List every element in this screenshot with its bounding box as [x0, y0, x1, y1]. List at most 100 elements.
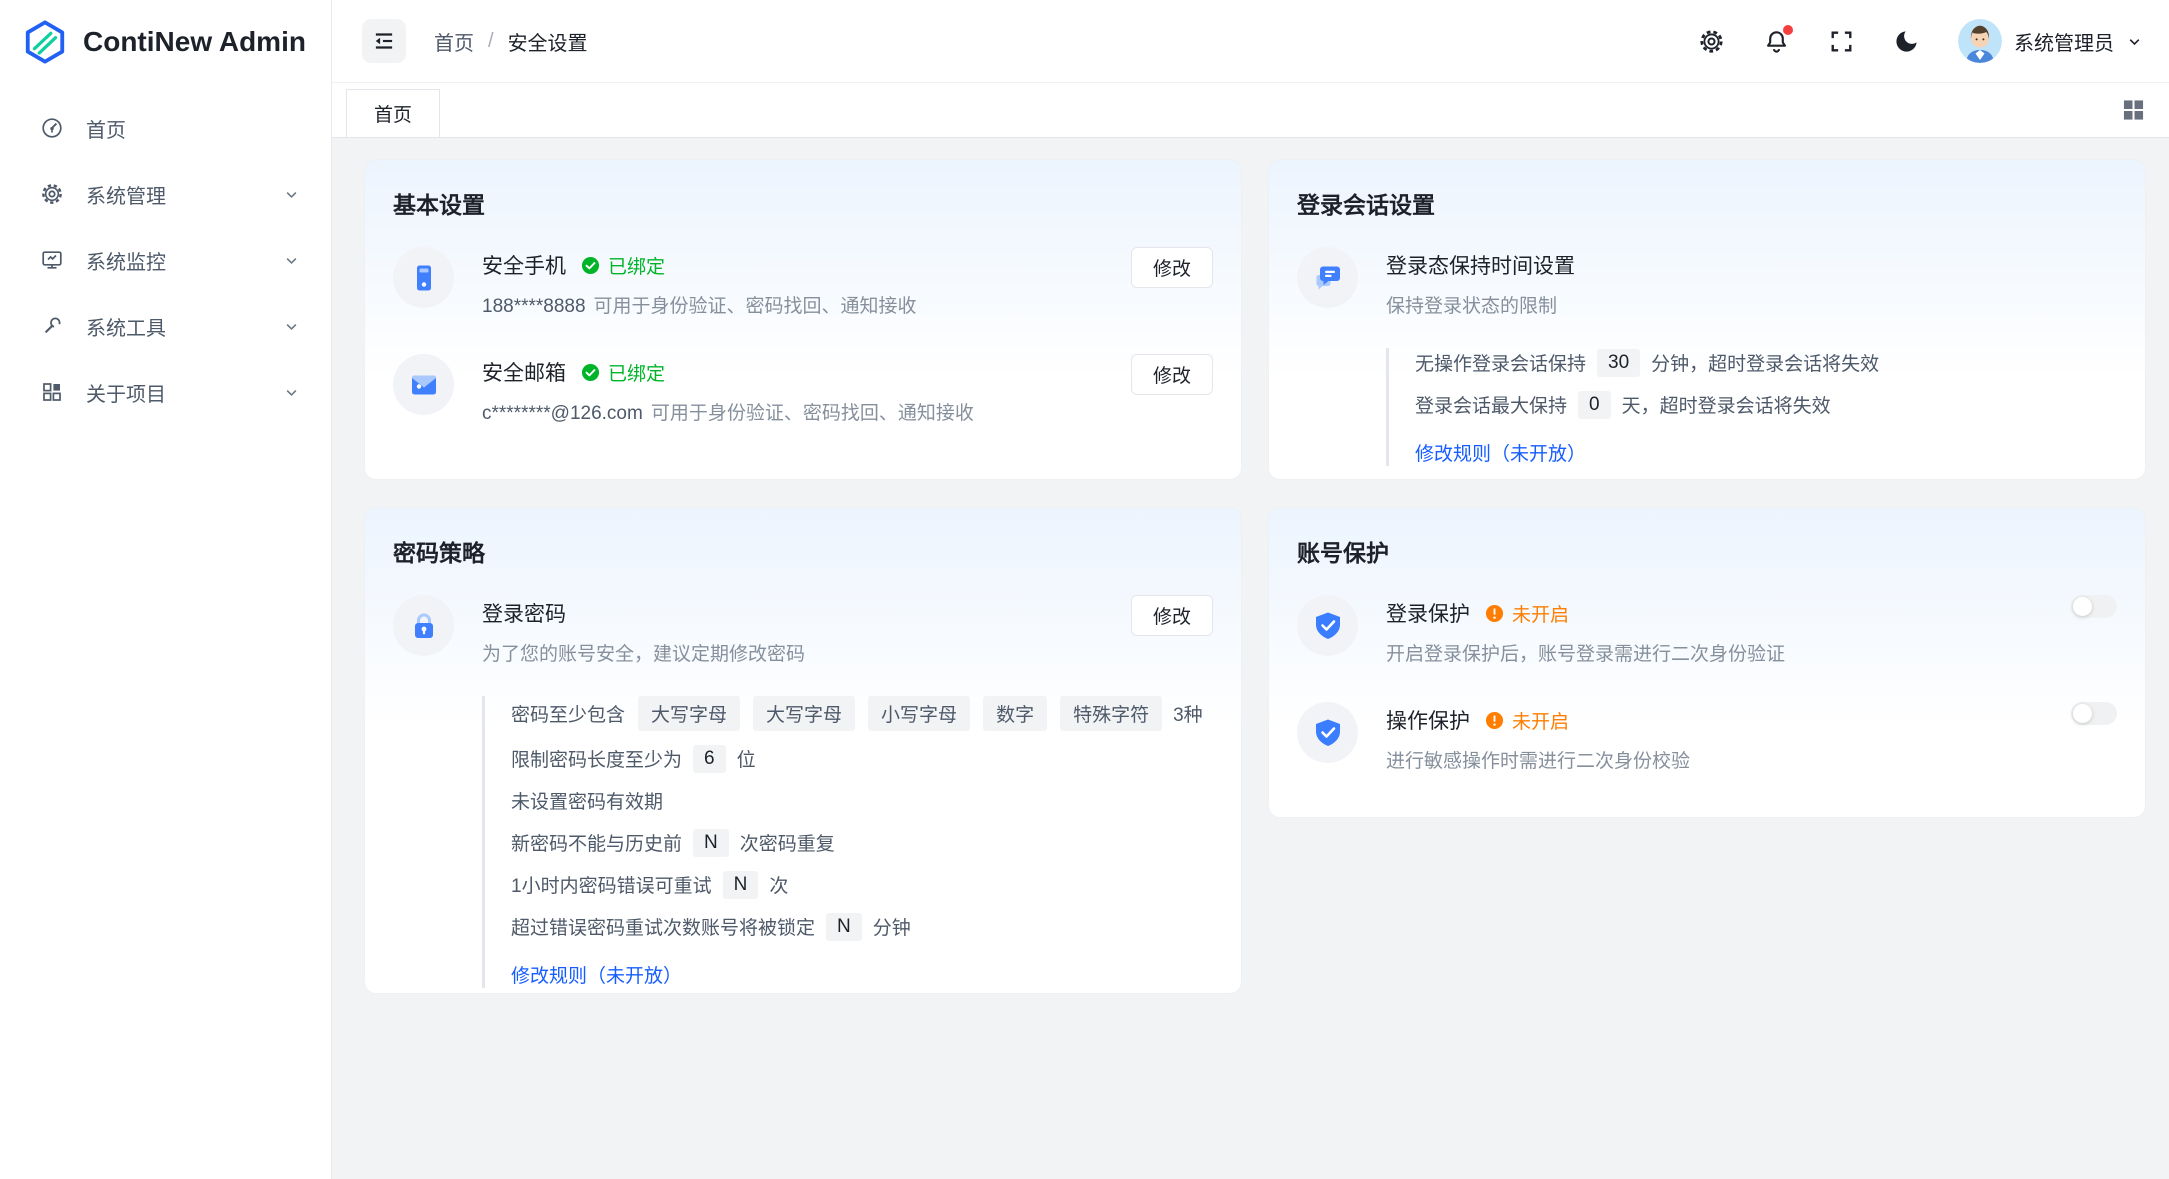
shield-check-icon	[1297, 595, 1358, 656]
chevron-down-icon	[2126, 33, 2143, 50]
rule-text: 次密码重复	[740, 829, 835, 856]
card-account-protection: 账号保护 登录保护	[1268, 507, 2146, 818]
sidebar-item-system-monitor[interactable]: 系统监控	[0, 227, 331, 293]
phone-desc-text: 可用于身份验证、密码找回、通知接收	[594, 296, 917, 317]
header-actions: 系统管理员	[1698, 19, 2143, 63]
rule-line: 登录会话最大保持 0 天，超时登录会话将失效	[1415, 390, 2117, 419]
login-protection-desc: 开启登录保护后，账号登录需进行二次身份验证	[1386, 641, 2051, 668]
chat-icon	[1297, 247, 1358, 308]
login-protection-title: 登录保护	[1386, 598, 1470, 628]
status-badge: 未开启	[1485, 600, 1569, 627]
toggle-knob	[2073, 597, 2092, 616]
rule-value: N	[693, 829, 729, 857]
modify-password-rules-link[interactable]: 修改规则（未开放）	[511, 961, 682, 988]
rule-line: 超过错误密码重试次数账号将被锁定 N 分钟	[511, 912, 1213, 941]
security-email-item: 安全邮箱 已绑定 c********@126.com可用于身份验证、密码找回、通…	[393, 354, 1213, 427]
content-area: 基本设置 安全手机	[332, 138, 2169, 1179]
sidebar-item-home[interactable]: 首页	[0, 95, 331, 161]
rule-line: 无操作登录会话保持 30 分钟，超时登录会话将失效	[1415, 348, 2117, 377]
phone-icon	[393, 247, 454, 308]
tab-bar: 首页	[332, 83, 2169, 138]
sidebar-item-label: 首页	[86, 114, 301, 143]
modify-phone-button[interactable]: 修改	[1131, 247, 1213, 288]
security-email-body: 安全邮箱 已绑定 c********@126.com可用于身份验证、密码找回、通…	[482, 354, 1111, 427]
fullscreen-button[interactable]	[1828, 28, 1855, 55]
sidebar-item-system-tools[interactable]: 系统工具	[0, 293, 331, 359]
card-basic-settings: 基本设置 安全手机	[364, 159, 1242, 480]
password-rules: 密码至少包含 大写字母 大写字母 小写字母 数字 特殊字符 3种 限制密码长度至…	[482, 696, 1213, 988]
operation-protection-toggle[interactable]	[2071, 702, 2117, 725]
status-badge: 未开启	[1485, 707, 1569, 734]
sidebar-item-system-management[interactable]: 系统管理	[0, 161, 331, 227]
rule-line: 1小时内密码错误可重试 N 次	[511, 870, 1213, 899]
main-column: 首页 / 安全设置	[332, 0, 2169, 1179]
modify-password-button[interactable]: 修改	[1131, 595, 1213, 636]
rule-tag: 大写字母	[753, 696, 855, 731]
security-email-desc: c********@126.com可用于身份验证、密码找回、通知接收	[482, 400, 1111, 427]
chevron-down-icon	[282, 185, 301, 204]
session-keep-item: 登录态保持时间设置 保持登录状态的限制	[1297, 247, 2117, 320]
card-title: 登录会话设置	[1297, 186, 2117, 220]
security-phone-desc: 188****8888 可用于身份验证、密码找回、通知接收	[482, 293, 1111, 320]
login-protection-item: 登录保护 未开启 开启登录保护后，账号登录需进行二次身份验证	[1297, 595, 2117, 668]
sidebar-item-label: 关于项目	[86, 378, 260, 407]
rule-text: 天，超时登录会话将失效	[1622, 391, 1831, 418]
rule-value: 6	[693, 745, 726, 773]
status-badge: 已绑定	[581, 359, 665, 386]
modify-email-button[interactable]: 修改	[1131, 354, 1213, 395]
dashboard-icon	[40, 116, 64, 140]
gear-icon	[1698, 28, 1725, 55]
user-menu[interactable]: 系统管理员	[1958, 19, 2143, 63]
login-protection-toggle[interactable]	[2071, 595, 2117, 618]
rule-tag: 特殊字符	[1060, 696, 1162, 731]
sidebar-item-about[interactable]: 关于项目	[0, 359, 331, 425]
wrench-icon	[40, 314, 64, 338]
email-value: c********@126.com	[482, 403, 643, 424]
lock-icon	[393, 595, 454, 656]
login-password-title: 登录密码	[482, 598, 566, 628]
logo[interactable]: ContiNew Admin	[0, 0, 331, 83]
rule-text: 次	[769, 871, 788, 898]
card-title: 账号保护	[1297, 534, 2117, 568]
rule-text: 未设置密码有效期	[511, 787, 663, 814]
rule-text: 分钟，超时登录会话将失效	[1651, 349, 1879, 376]
rule-value: N	[723, 871, 759, 899]
menu-fold-icon	[371, 28, 397, 54]
rule-text: 位	[737, 745, 756, 772]
breadcrumb-home[interactable]: 首页	[434, 27, 474, 56]
warning-circle-icon	[1485, 604, 1504, 623]
sidebar-menu: 首页 系统管理	[0, 83, 331, 425]
app-root: ContiNew Admin 首页	[0, 0, 2169, 1179]
security-phone-item: 安全手机 已绑定 188****8888可用于身份验证、密码找回、通知接收	[393, 247, 1213, 320]
rule-text: 无操作登录会话保持	[1415, 349, 1586, 376]
settings-button[interactable]	[1698, 28, 1725, 55]
tab-home[interactable]: 首页	[346, 89, 440, 137]
login-password-item: 登录密码 为了您的账号安全，建议定期修改密码 修改	[393, 595, 1213, 668]
rule-text: 登录会话最大保持	[1415, 391, 1567, 418]
modify-session-rules-link[interactable]: 修改规则（未开放）	[1415, 439, 1586, 466]
menu-fold-button[interactable]	[362, 19, 406, 63]
operation-protection-body: 操作保护 未开启 进行敏感操作时需进行二次身份校验	[1386, 702, 2051, 775]
chevron-down-icon	[282, 251, 301, 270]
rule-text: 密码至少包含	[511, 700, 625, 727]
rule-tag: 大写字母	[638, 696, 740, 731]
warning-circle-icon	[1485, 711, 1504, 730]
rule-text: 1小时内密码错误可重试	[511, 871, 712, 898]
breadcrumb: 首页 / 安全设置	[434, 27, 588, 56]
apps-icon	[40, 380, 64, 404]
top-header: 首页 / 安全设置	[332, 0, 2169, 83]
phone-value: 188****8888	[482, 296, 586, 317]
notification-dot	[1783, 25, 1793, 35]
rule-text: 新密码不能与历史前	[511, 829, 682, 856]
login-protection-body: 登录保护 未开启 开启登录保护后，账号登录需进行二次身份验证	[1386, 595, 2051, 668]
status-badge-label: 未开启	[1512, 600, 1569, 627]
avatar	[1958, 19, 2002, 63]
rule-line: 新密码不能与历史前 N 次密码重复	[511, 828, 1213, 857]
sidebar: ContiNew Admin 首页	[0, 0, 332, 1179]
session-keep-title: 登录态保持时间设置	[1386, 250, 1575, 280]
notifications-button[interactable]	[1763, 28, 1790, 55]
tab-actions-button[interactable]	[2120, 97, 2147, 124]
rule-text: 3种	[1173, 700, 1203, 727]
fullscreen-icon	[1828, 28, 1855, 55]
dark-mode-button[interactable]	[1893, 28, 1920, 55]
